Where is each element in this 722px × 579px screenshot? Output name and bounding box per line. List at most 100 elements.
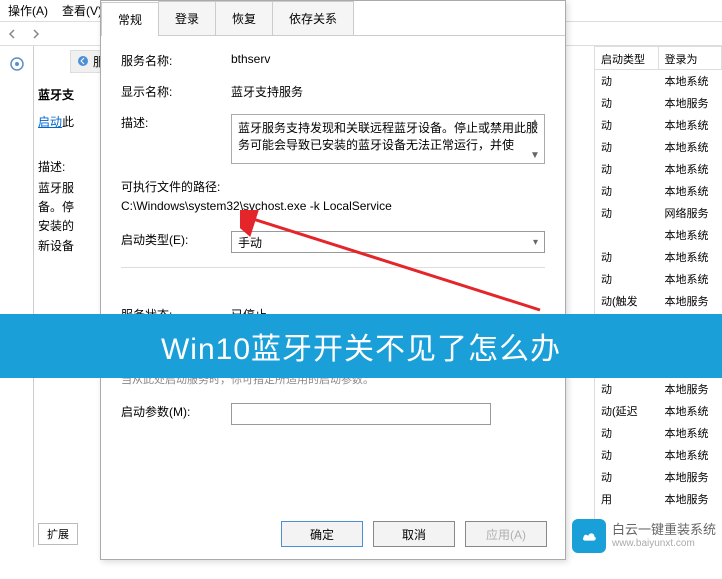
cell-logon-as: 本地服务 bbox=[659, 466, 722, 488]
display-name-label: 显示名称: bbox=[121, 83, 231, 100]
exe-path-value: C:\Windows\system32\svchost.exe -k Local… bbox=[121, 199, 392, 213]
cell-logon-as: 本地系统 bbox=[659, 246, 722, 268]
tab-recovery[interactable]: 恢复 bbox=[215, 1, 273, 35]
cell-logon-as: 本地服务 bbox=[659, 488, 722, 510]
scroll-up-icon[interactable]: ▲ bbox=[530, 117, 542, 128]
description-text: 蓝牙服务支持发现和关联远程蓝牙设备。停止或禁用此服务可能会导致已安装的蓝牙设备无… bbox=[238, 121, 538, 152]
cell-logon-as: 本地系统 bbox=[659, 268, 722, 290]
cell-logon-as: 网络服务 bbox=[659, 202, 722, 224]
service-name-value: bthserv bbox=[231, 52, 545, 66]
service-name-label: 服务名称: bbox=[121, 52, 231, 69]
cell-logon-as: 本地服务 bbox=[659, 92, 722, 114]
list-row[interactable]: 动本地服务 bbox=[595, 466, 722, 488]
cell-startup-type: 动 bbox=[595, 136, 659, 158]
extended-tab[interactable]: 扩展 bbox=[38, 523, 78, 545]
startup-type-value: 手动 bbox=[238, 234, 262, 251]
cell-logon-as: 本地服务 bbox=[659, 290, 722, 312]
scroll-down-icon[interactable]: ▼ bbox=[530, 150, 542, 161]
cell-startup-type: 动 bbox=[595, 202, 659, 224]
cell-logon-as: 本地系统 bbox=[659, 158, 722, 180]
service-properties-dialog: 常规 登录 恢复 依存关系 服务名称: bthserv 显示名称: 蓝牙支持服务… bbox=[100, 0, 566, 560]
menu-view[interactable]: 查看(V) bbox=[62, 2, 102, 19]
cell-startup-type: 用 bbox=[595, 488, 659, 510]
chevron-down-icon: ▾ bbox=[533, 237, 538, 248]
display-name-value: 蓝牙支持服务 bbox=[231, 83, 545, 100]
services-tree-icon[interactable] bbox=[3, 50, 31, 78]
list-row[interactable]: 动(延迟本地系统 bbox=[595, 400, 722, 422]
list-row[interactable]: 动本地服务 bbox=[595, 378, 722, 400]
list-row[interactable]: 动本地系统 bbox=[595, 70, 722, 92]
startup-params-label: 启动参数(M): bbox=[121, 403, 231, 420]
forward-icon[interactable] bbox=[28, 26, 44, 42]
cell-startup-type: 动 bbox=[595, 114, 659, 136]
list-row[interactable]: 用本地服务 bbox=[595, 488, 722, 510]
cell-logon-as: 本地系统 bbox=[659, 70, 722, 92]
list-row[interactable]: 动网络服务 bbox=[595, 202, 722, 224]
cell-logon-as: 本地系统 bbox=[659, 114, 722, 136]
list-row[interactable]: 动本地系统 bbox=[595, 158, 722, 180]
divider bbox=[121, 267, 545, 268]
list-row[interactable]: 动本地系统 bbox=[595, 180, 722, 202]
cell-startup-type: 动 bbox=[595, 378, 659, 400]
cell-startup-type: 动(触发 bbox=[595, 290, 659, 312]
cell-logon-as: 本地系统 bbox=[659, 136, 722, 158]
exe-path-label: 可执行文件的路径: bbox=[121, 178, 220, 195]
cell-logon-as: 本地系统 bbox=[659, 400, 722, 422]
list-row[interactable]: 动本地系统 bbox=[595, 246, 722, 268]
watermark: 白云一键重装系统 www.baiyunxt.com bbox=[572, 519, 716, 553]
watermark-text-zh: 白云一键重装系统 bbox=[612, 522, 716, 538]
cell-logon-as: 本地系统 bbox=[659, 444, 722, 466]
cell-startup-type: 动 bbox=[595, 466, 659, 488]
nav-back-icon[interactable] bbox=[77, 55, 91, 69]
startup-params-input[interactable] bbox=[231, 403, 491, 425]
start-service-link[interactable]: 启动 bbox=[38, 113, 62, 130]
description-textbox[interactable]: 蓝牙服务支持发现和关联远程蓝牙设备。停止或禁用此服务可能会导致已安装的蓝牙设备无… bbox=[231, 114, 545, 164]
list-row[interactable]: 动本地系统 bbox=[595, 136, 722, 158]
apply-button: 应用(A) bbox=[465, 521, 547, 547]
col-startup-type[interactable]: 启动类型 bbox=[595, 46, 659, 70]
dialog-footer: 确定 取消 应用(A) bbox=[281, 521, 547, 547]
list-row[interactable]: 动本地系统 bbox=[595, 444, 722, 466]
cell-startup-type: 动 bbox=[595, 444, 659, 466]
cell-logon-as: 本地系统 bbox=[659, 422, 722, 444]
menu-action[interactable]: 操作(A) bbox=[8, 2, 48, 19]
list-row[interactable]: 动本地系统 bbox=[595, 422, 722, 444]
cell-startup-type: 动 bbox=[595, 268, 659, 290]
cancel-button[interactable]: 取消 bbox=[373, 521, 455, 547]
cell-logon-as: 本地服务 bbox=[659, 378, 722, 400]
cell-logon-as: 本地系统 bbox=[659, 180, 722, 202]
cell-startup-type bbox=[595, 224, 659, 246]
cell-logon-as: 本地系统 bbox=[659, 224, 722, 246]
cell-startup-type: 动 bbox=[595, 246, 659, 268]
startup-type-label: 启动类型(E): bbox=[121, 231, 231, 248]
service-rows: 动本地系统动本地服务动本地系统动本地系统动本地系统动本地系统动网络服务本地系统动… bbox=[595, 70, 722, 547]
cell-startup-type: 动 bbox=[595, 180, 659, 202]
banner-text: Win10蓝牙开关不见了怎么办 bbox=[161, 324, 561, 368]
list-row[interactable]: 动本地服务 bbox=[595, 92, 722, 114]
cell-startup-type: 动(延迟 bbox=[595, 400, 659, 422]
cell-startup-type: 动 bbox=[595, 158, 659, 180]
tab-general[interactable]: 常规 bbox=[101, 2, 159, 36]
ok-button[interactable]: 确定 bbox=[281, 521, 363, 547]
column-headers: 启动类型 登录为 bbox=[595, 46, 722, 70]
watermark-text-en: www.baiyunxt.com bbox=[612, 538, 716, 550]
description-label: 描述: bbox=[121, 114, 231, 131]
dialog-tabs: 常规 登录 恢复 依存关系 bbox=[101, 1, 565, 36]
list-row[interactable]: 动本地系统 bbox=[595, 114, 722, 136]
overlay-banner: Win10蓝牙开关不见了怎么办 bbox=[0, 314, 722, 378]
cell-startup-type: 动 bbox=[595, 422, 659, 444]
startup-type-select[interactable]: 手动 ▾ bbox=[231, 231, 545, 253]
tab-dependencies[interactable]: 依存关系 bbox=[272, 1, 354, 35]
back-icon[interactable] bbox=[4, 26, 20, 42]
tab-logon[interactable]: 登录 bbox=[158, 1, 216, 35]
list-row[interactable]: 动(触发本地服务 bbox=[595, 290, 722, 312]
start-suffix: 此 bbox=[62, 115, 74, 129]
col-logon-as[interactable]: 登录为 bbox=[659, 46, 722, 70]
cell-startup-type: 动 bbox=[595, 92, 659, 114]
service-list-columns: 启动类型 登录为 动本地系统动本地服务动本地系统动本地系统动本地系统动本地系统动… bbox=[594, 46, 722, 547]
watermark-logo-icon bbox=[572, 519, 606, 553]
list-row[interactable]: 动本地系统 bbox=[595, 268, 722, 290]
left-nav-column bbox=[0, 46, 34, 547]
dialog-body: 服务名称: bthserv 显示名称: 蓝牙支持服务 描述: 蓝牙服务支持发现和… bbox=[101, 36, 565, 455]
list-row[interactable]: 本地系统 bbox=[595, 224, 722, 246]
